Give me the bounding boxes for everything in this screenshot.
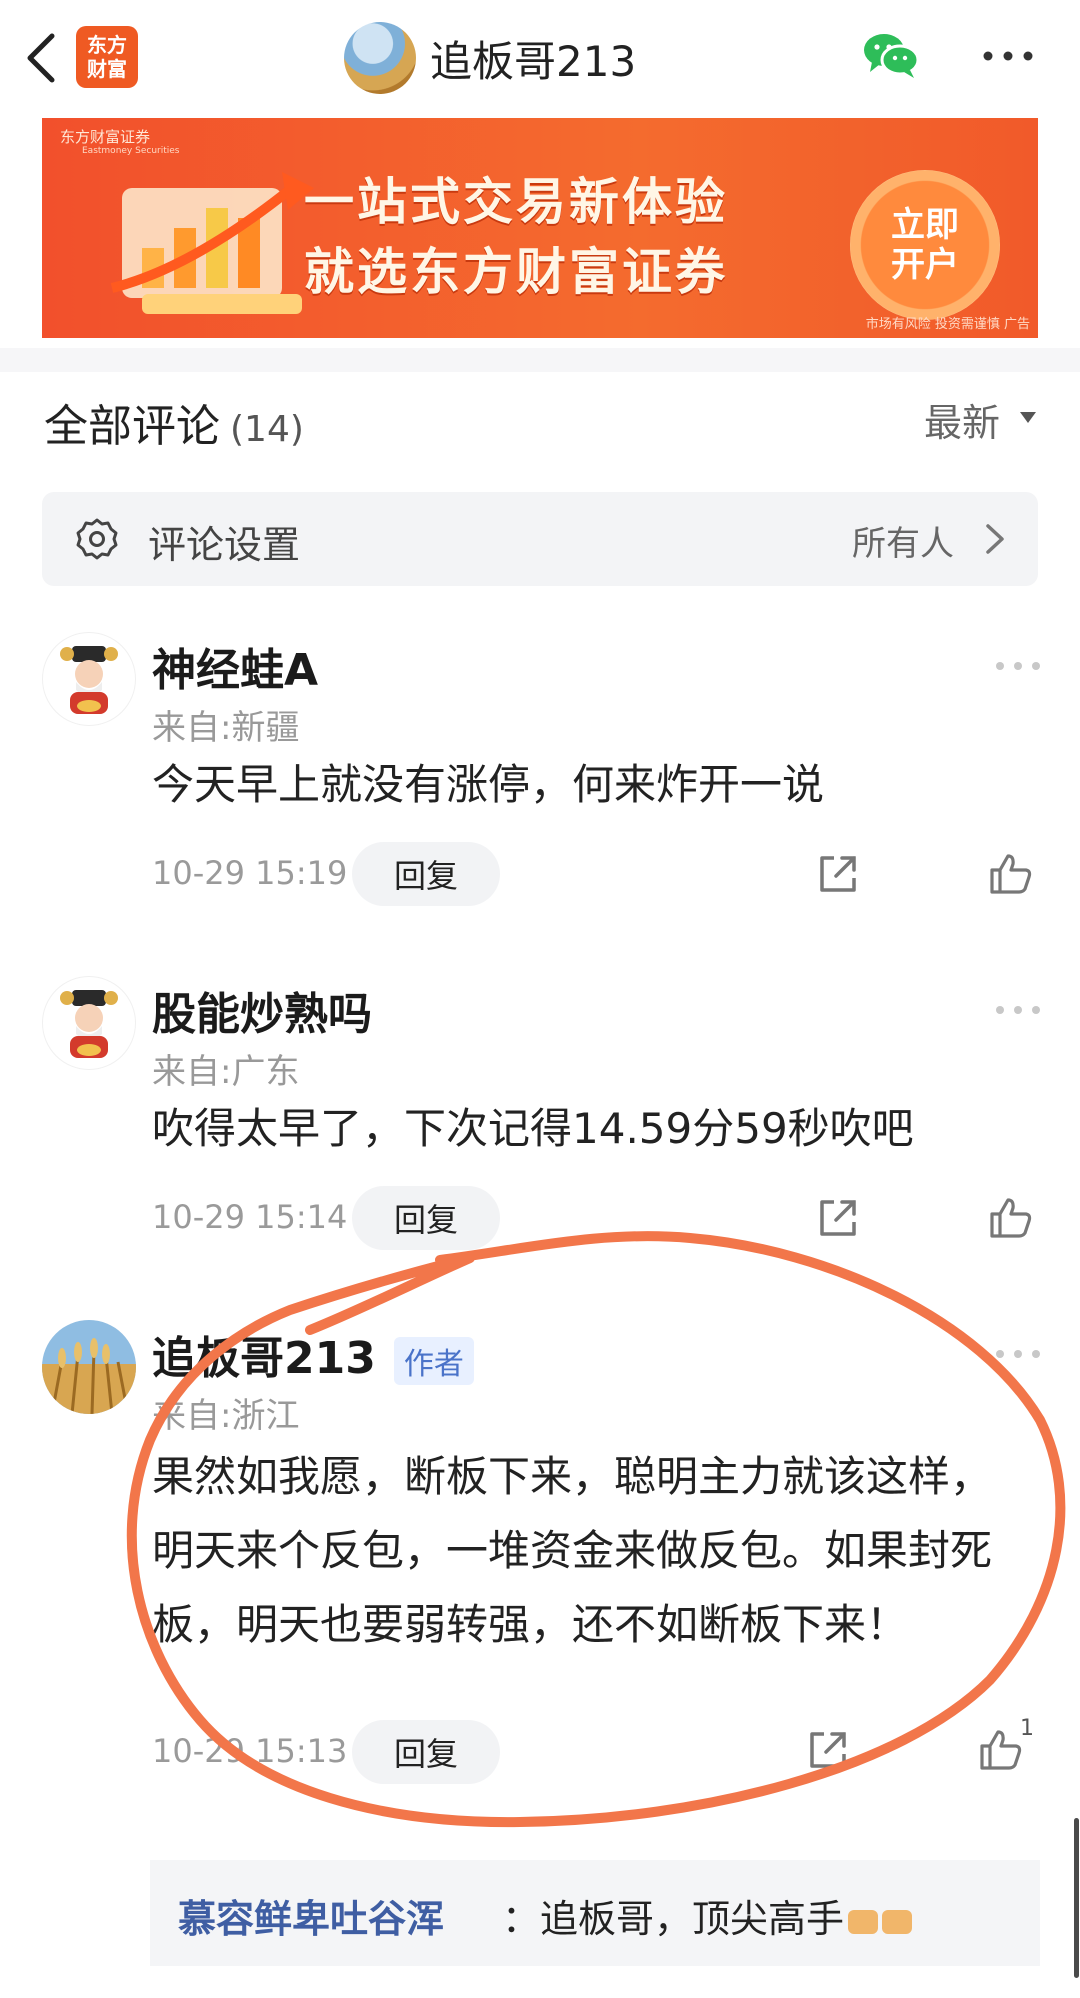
- chart-illustration-icon: [110, 172, 314, 314]
- comments-title: 全部评论: [44, 401, 220, 452]
- comment-text: 今天早上就没有涨停，何来炸开一说: [152, 760, 825, 809]
- share-icon[interactable]: [814, 850, 862, 898]
- sort-dropdown[interactable]: 最新: [924, 392, 1000, 447]
- thumbs-up-icon[interactable]: [986, 1194, 1034, 1242]
- thumbs-up-emoji-icon: [848, 1909, 879, 1934]
- sub-reply-content: ：追板哥，顶尖高手: [502, 1897, 845, 1941]
- sub-reply-username[interactable]: 慕容鲜卑吐谷浑: [178, 1888, 444, 1943]
- timestamp: 10-29 15:13: [152, 1732, 348, 1770]
- app-logo-line1: 东方: [87, 33, 127, 57]
- sub-reply-text: ：追板哥，顶尖高手: [502, 1888, 913, 1943]
- banner-headline-2: 就选东方财富证券: [304, 243, 728, 301]
- author-badge: 作者: [393, 1337, 474, 1385]
- share-icon[interactable]: [814, 1194, 862, 1242]
- cta-line1: 立即: [891, 205, 959, 245]
- comment-text: 果然如我愿，断板下来，聪明主力就该这样，明天来个反包，一堆资金来做反包。如果封死…: [152, 1452, 993, 1649]
- username-text: 追板哥213: [152, 1333, 376, 1384]
- open-account-button[interactable]: 立即 开户: [850, 170, 1000, 320]
- settings-label: 评论设置: [148, 523, 301, 567]
- wheat-field-avatar-icon: [42, 1320, 136, 1414]
- comment-settings-row[interactable]: 评论设置 所有人: [42, 492, 1038, 586]
- fortune-god-avatar-icon: [43, 977, 135, 1069]
- timestamp: 10-29 15:14: [152, 1198, 348, 1236]
- more-icon[interactable]: [980, 40, 1036, 72]
- banner-headline-1: 一站式交易新体验: [304, 173, 728, 231]
- cta-line2: 开户: [891, 245, 959, 285]
- reply-button[interactable]: 回复: [352, 1186, 500, 1250]
- share-icon[interactable]: [804, 1726, 852, 1774]
- header-title-group[interactable]: 追板哥213: [344, 20, 636, 96]
- sub-reply[interactable]: 慕容鲜卑吐谷浑 ：追板哥，顶尖高手: [150, 1860, 1040, 1966]
- location: 来自:广东: [152, 1052, 300, 1092]
- wechat-icon[interactable]: [862, 30, 922, 82]
- username[interactable]: 神经蛙A: [152, 634, 318, 698]
- reply-button[interactable]: 回复: [352, 1720, 500, 1784]
- chevron-right-icon: [986, 524, 1004, 554]
- app-logo-line2: 财富: [87, 57, 127, 81]
- fortune-god-avatar-icon: [43, 633, 135, 725]
- avatar[interactable]: [42, 632, 136, 726]
- author-avatar[interactable]: [344, 22, 416, 94]
- gear-icon: [76, 518, 118, 560]
- back-icon[interactable]: [18, 28, 64, 88]
- timestamp: 10-29 15:19: [152, 854, 348, 892]
- caret-down-icon[interactable]: [1020, 412, 1036, 423]
- thumbs-up-icon[interactable]: [976, 1726, 1024, 1774]
- settings-value: 所有人: [852, 524, 954, 564]
- like-count: 1: [1020, 1716, 1034, 1741]
- location: 来自:新疆: [152, 708, 300, 748]
- section-divider: [0, 348, 1080, 372]
- username[interactable]: 追板哥213 作者: [152, 1322, 474, 1386]
- banner-brand: 东方财富证券: [60, 128, 151, 146]
- page-title: 追板哥213: [430, 36, 637, 86]
- reply-button[interactable]: 回复: [352, 842, 500, 906]
- comments-heading: 全部评论 (14): [44, 390, 304, 454]
- avatar[interactable]: [42, 1320, 136, 1414]
- thumbs-up-emoji-icon: [882, 1909, 913, 1934]
- scrollbar[interactable]: [1074, 1818, 1079, 1978]
- more-options-icon[interactable]: [994, 660, 1042, 672]
- top-bar: 东方 财富 追板哥213: [0, 0, 1080, 118]
- comment-text: 吹得太早了，下次记得14.59分59秒吹吧: [152, 1104, 914, 1153]
- comments-count: (14): [230, 409, 304, 450]
- ad-disclaimer: 市场有风险 投资需谨慎 广告: [865, 317, 1030, 332]
- more-options-icon[interactable]: [994, 1348, 1042, 1360]
- more-options-icon[interactable]: [994, 1004, 1042, 1016]
- ad-banner[interactable]: 东方财富证券 Eastmoney Securities 一站式交易新体验 就选东…: [42, 118, 1038, 338]
- username[interactable]: 股能炒熟吗: [152, 978, 372, 1042]
- thumbs-up-icon[interactable]: [986, 850, 1034, 898]
- location: 来自:浙江: [152, 1396, 300, 1436]
- avatar[interactable]: [42, 976, 136, 1070]
- app-logo[interactable]: 东方 财富: [76, 26, 138, 88]
